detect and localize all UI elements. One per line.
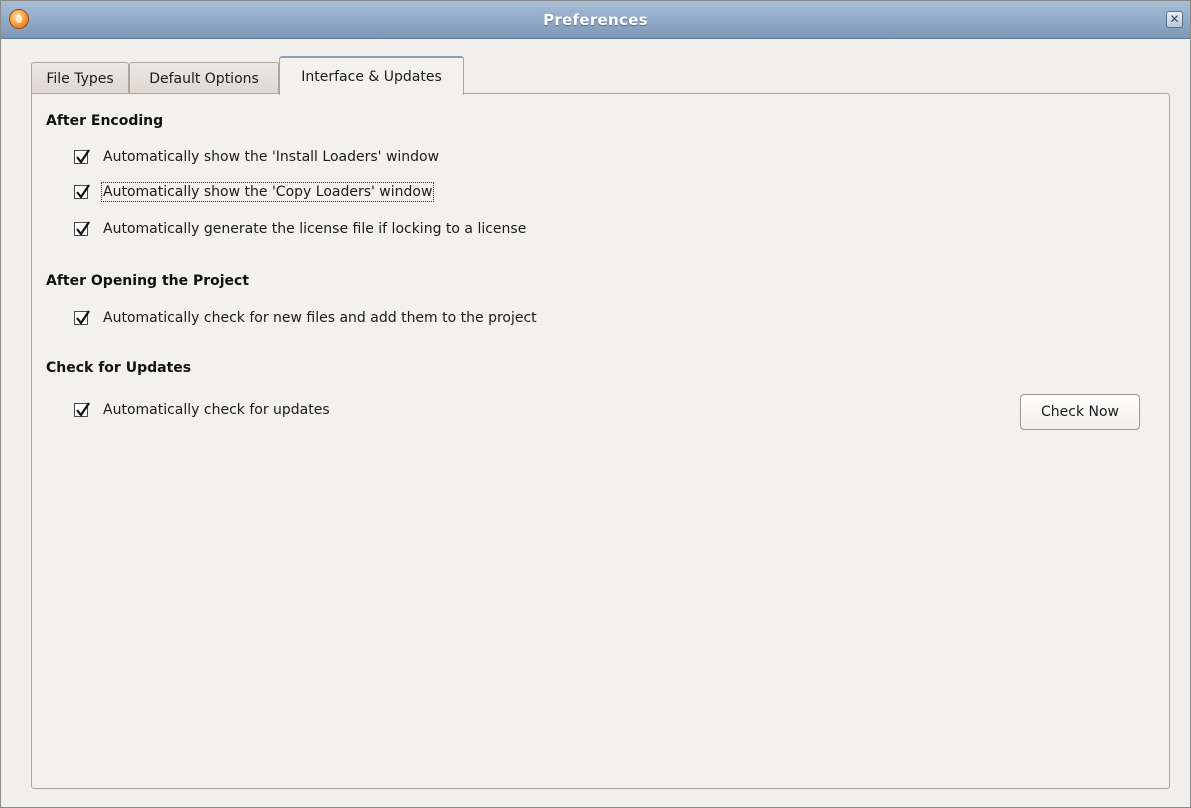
option-label: Automatically check for new files and ad… [103,310,537,326]
checkmark-icon [76,149,90,164]
checkbox-generate-license-file[interactable] [74,221,90,236]
checkbox-show-copy-loaders[interactable] [74,184,90,199]
option-generate-license-file[interactable]: Automatically generate the license file … [74,219,526,239]
checkbox-show-install-loaders[interactable] [74,149,90,164]
section-heading-check-updates: Check for Updates [46,360,192,376]
option-auto-check-updates[interactable]: Automatically check for updates [74,400,330,420]
section-heading-after-opening: After Opening the Project [46,273,250,289]
title-bar[interactable]: Preferences ✕ [1,1,1190,39]
option-label: Automatically generate the license file … [103,221,527,237]
tab-file-types[interactable]: File Types [31,62,129,94]
checkbox-auto-check-updates[interactable] [74,402,90,417]
checkbox-check-new-files[interactable] [74,310,90,325]
close-icon[interactable]: ✕ [1166,11,1183,28]
option-label: Automatically show the 'Copy Loaders' wi… [100,182,435,202]
tab-interface-updates[interactable]: Interface & Updates [279,56,464,95]
checkmark-icon [76,184,90,199]
checkmark-icon [76,221,90,236]
option-label: Automatically check for updates [103,402,330,418]
option-show-install-loaders[interactable]: Automatically show the 'Install Loaders'… [74,147,439,167]
tab-default-options[interactable]: Default Options [129,62,279,94]
preferences-window: Preferences ✕ File Types Default Options… [0,0,1191,808]
window-title: Preferences [543,11,648,29]
option-show-copy-loaders[interactable]: Automatically show the 'Copy Loaders' wi… [74,182,435,202]
option-check-new-files[interactable]: Automatically check for new files and ad… [74,308,537,328]
check-now-button[interactable]: Check Now [1020,394,1140,430]
checkmark-icon [76,402,90,417]
option-label: Automatically show the 'Install Loaders'… [103,149,440,165]
section-heading-after-encoding: After Encoding [46,113,164,129]
checkmark-icon [76,310,90,325]
